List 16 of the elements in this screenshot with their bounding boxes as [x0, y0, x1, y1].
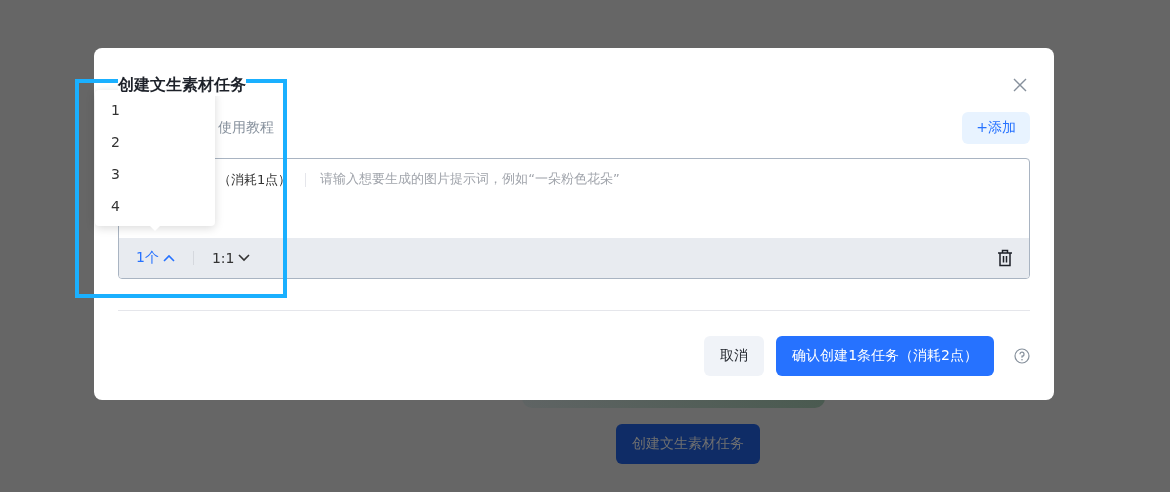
dropdown-option[interactable]: 3	[95, 158, 215, 190]
dropdown-option[interactable]: 2	[95, 126, 215, 158]
close-icon[interactable]	[1013, 78, 1027, 92]
dropdown-option[interactable]: 1	[95, 94, 215, 126]
dialog-title: 创建文生素材任务	[118, 74, 246, 96]
prompt-label: （消耗1点）	[218, 171, 292, 189]
chevron-icon	[162, 254, 175, 262]
confirm-button[interactable]: 确认创建1条任务（消耗2点）	[776, 336, 994, 376]
add-button[interactable]: +添加	[962, 112, 1030, 144]
help-icon[interactable]	[1014, 348, 1030, 364]
cancel-button[interactable]: 取消	[704, 336, 765, 376]
trash-icon[interactable]	[997, 249, 1013, 267]
ratio-select[interactable]: 1:1	[211, 250, 251, 266]
chevron-icon	[238, 254, 251, 262]
dropdown-option[interactable]: 4	[95, 190, 215, 222]
count-select[interactable]: 1个	[136, 249, 175, 267]
